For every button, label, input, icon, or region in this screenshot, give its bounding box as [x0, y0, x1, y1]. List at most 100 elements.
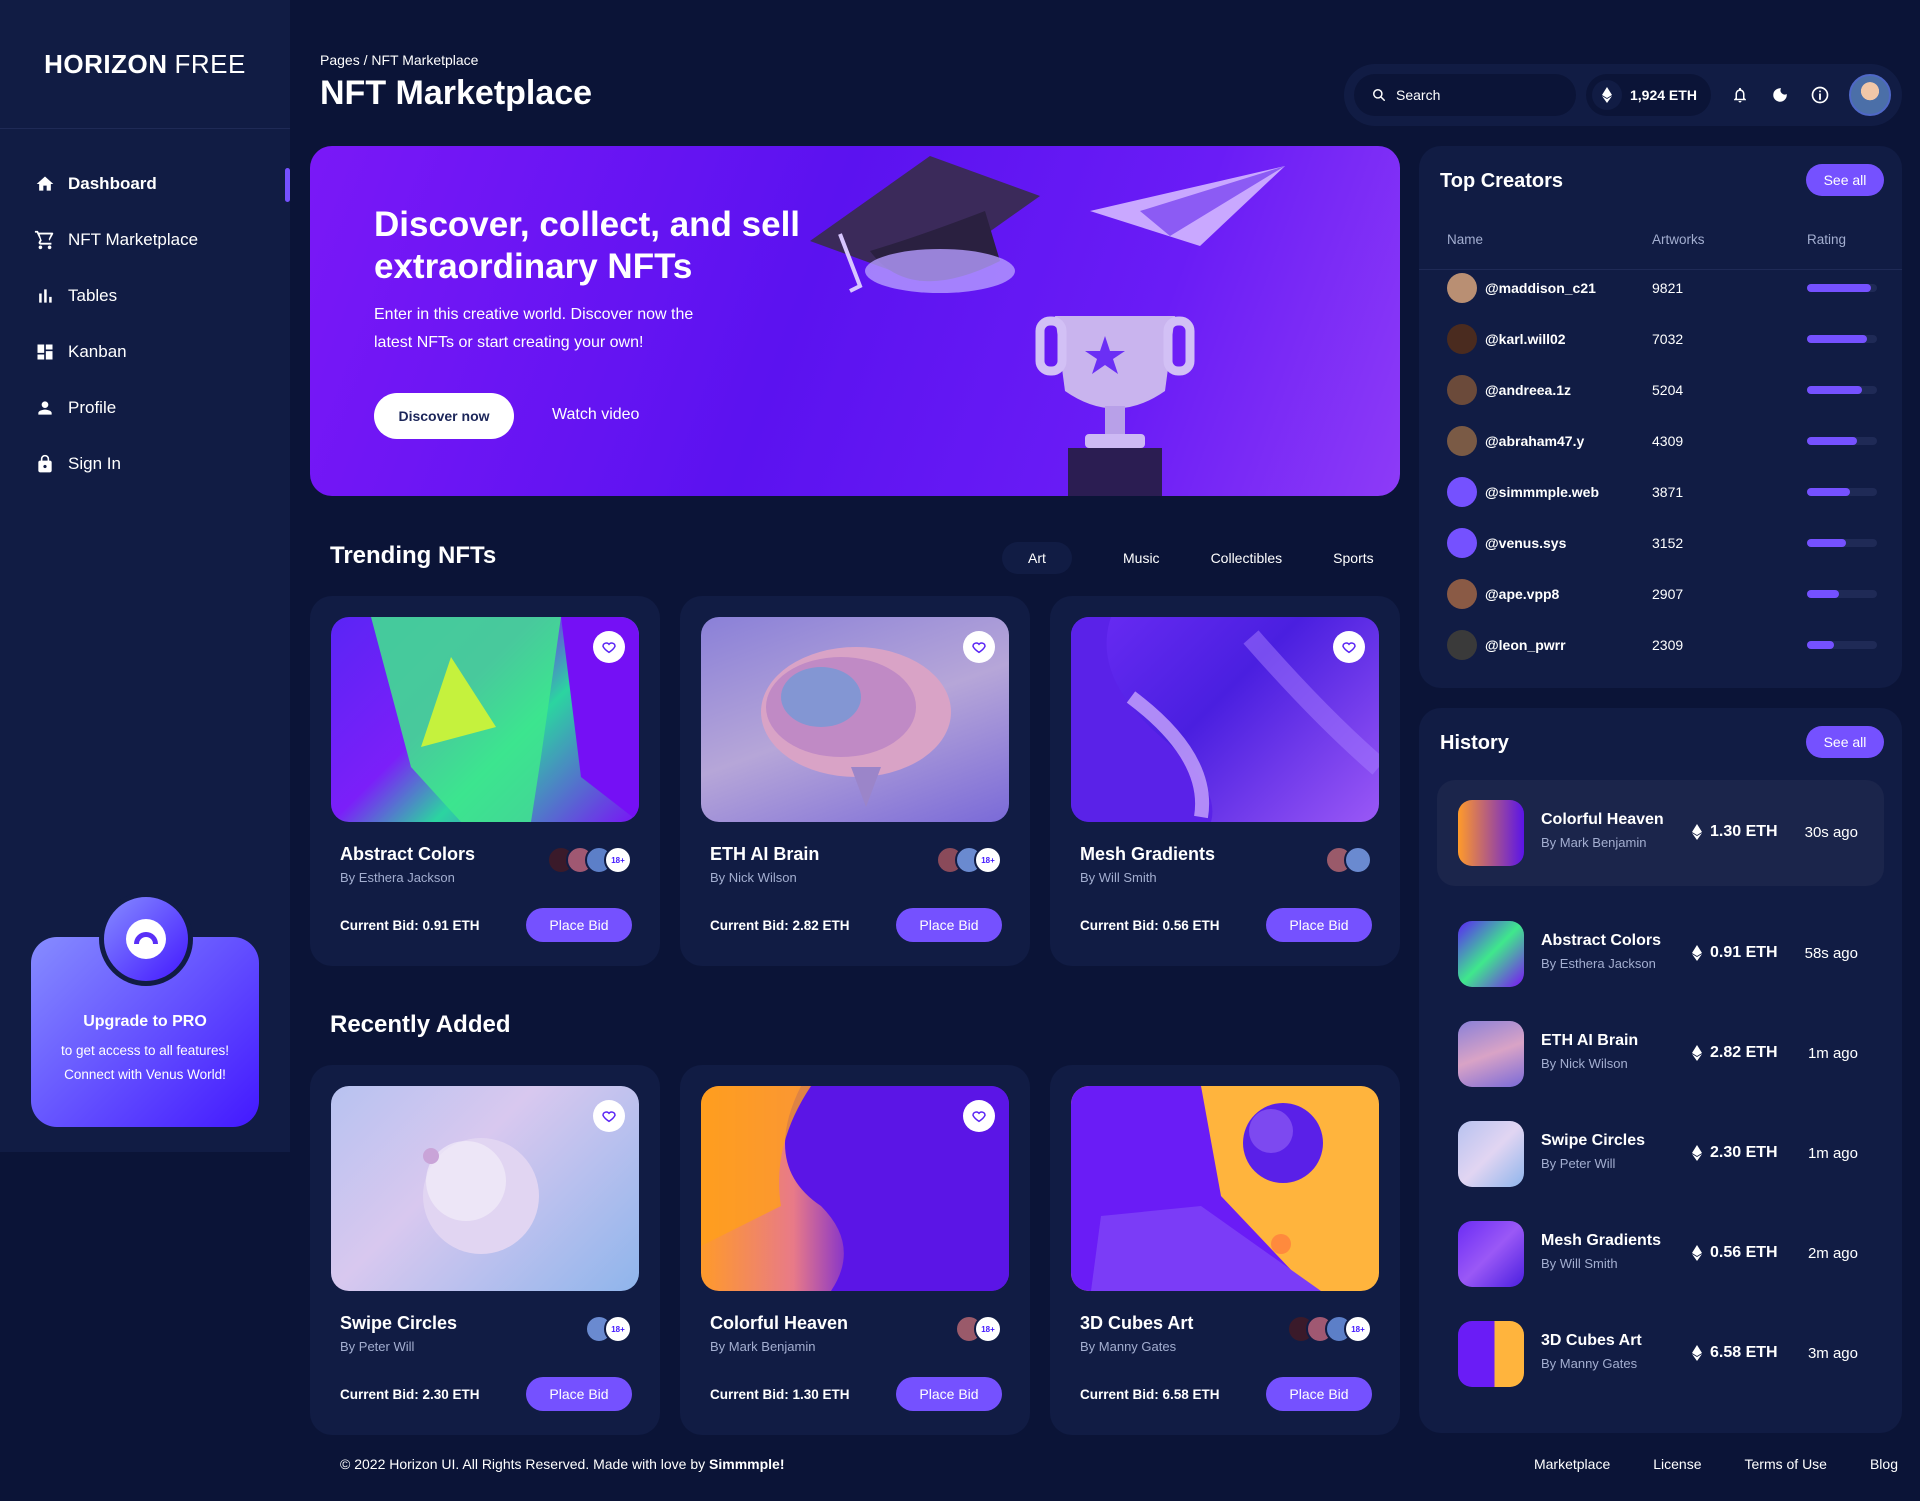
nft-name: Swipe Circles: [340, 1313, 458, 1333]
tab-music[interactable]: Music: [1123, 542, 1160, 574]
avatar: [1447, 476, 1477, 507]
heart-icon[interactable]: [1333, 631, 1365, 663]
history-item[interactable]: Swipe Circles By Peter Will 2.30 ETH 1m ago: [1437, 1101, 1884, 1207]
author-link[interactable]: Simmmple!: [709, 1456, 784, 1472]
rating-bar: [1807, 385, 1877, 394]
eth-icon: [1692, 945, 1702, 961]
artworks-count: 9821: [1652, 279, 1684, 296]
eth-balance[interactable]: 1,924 ETH: [1586, 74, 1711, 116]
place-bid-button[interactable]: Place Bid: [526, 1377, 632, 1411]
watch-video-button[interactable]: Watch video: [552, 406, 639, 424]
bell-icon[interactable]: [1729, 84, 1751, 106]
place-bid-button[interactable]: Place Bid: [1266, 908, 1372, 942]
place-bid-button[interactable]: Place Bid: [1266, 1377, 1372, 1411]
upgrade-promo-card[interactable]: Upgrade to PRO to get access to all feat…: [31, 892, 259, 1127]
avatar: [1447, 425, 1477, 456]
category-tabs: Art Music Collectibles Sports: [1002, 542, 1374, 574]
discover-now-button[interactable]: Discover now: [374, 393, 514, 439]
nft-image[interactable]: [331, 1086, 639, 1291]
table-row[interactable]: @ape.vpp8 2907: [1419, 568, 1902, 619]
sidebar-item-kanban[interactable]: Kanban: [0, 324, 290, 380]
nft-name: Abstract Colors: [340, 844, 476, 864]
artworks-count: 3152: [1652, 534, 1684, 551]
tab-collectibles[interactable]: Collectibles: [1211, 542, 1283, 574]
history-eth: 2.30 ETH: [1692, 1144, 1778, 1162]
top-creators-panel: Top Creators See all Name Artworks Ratin…: [1419, 146, 1902, 688]
tab-art[interactable]: Art: [1002, 542, 1072, 574]
footer-link-terms[interactable]: Terms of Use: [1745, 1456, 1827, 1472]
see-all-button[interactable]: See all: [1806, 164, 1884, 196]
footer-link-marketplace[interactable]: Marketplace: [1534, 1456, 1610, 1472]
heart-icon[interactable]: [593, 1100, 625, 1132]
heart-icon[interactable]: [593, 631, 625, 663]
avatar: [1447, 272, 1477, 303]
footer-link-license[interactable]: License: [1653, 1456, 1701, 1472]
rating-bar-fill: [1807, 385, 1862, 394]
horizon-logo-icon: [126, 919, 166, 959]
footer-links: Marketplace License Terms of Use Blog: [1491, 1456, 1898, 1472]
table-row[interactable]: @andreea.1z 5204: [1419, 364, 1902, 415]
moon-icon[interactable]: [1769, 84, 1791, 106]
table-row[interactable]: @abraham47.y 4309: [1419, 415, 1902, 466]
hero-title: Discover, collect, and sell extraordinar…: [374, 205, 801, 286]
promo-title: Upgrade to PRO: [83, 1013, 207, 1030]
table-row[interactable]: @maddison_c21 9821: [1419, 262, 1902, 313]
current-bid: Current Bid: 0.91 ETH: [340, 918, 480, 933]
see-all-button[interactable]: See all: [1806, 726, 1884, 758]
search-input[interactable]: Search: [1354, 74, 1576, 116]
sidebar-item-nft-marketplace[interactable]: NFT Marketplace: [0, 212, 290, 268]
nft-author: By Manny Gates: [1080, 1339, 1177, 1354]
place-bid-button[interactable]: Place Bid: [896, 908, 1002, 942]
column-header-name[interactable]: Name: [1447, 232, 1483, 247]
tab-sports[interactable]: Sports: [1333, 542, 1373, 574]
history-time: 1m ago: [1807, 1045, 1858, 1062]
table-row[interactable]: @simmmple.web 3871: [1419, 466, 1902, 517]
history-item[interactable]: Mesh Gradients By Will Smith 0.56 ETH 2m ag…: [1437, 1201, 1884, 1307]
user-avatar[interactable]: [1848, 74, 1891, 116]
table-row[interactable]: @venus.sys 3152: [1419, 517, 1902, 568]
artworks-count: 5204: [1652, 381, 1684, 398]
history-item[interactable]: Abstract Colors By Esthera Jackson 0.91 ET…: [1437, 901, 1884, 1007]
rating-bar: [1807, 334, 1877, 343]
brand-logo[interactable]: HORIZON FREE: [0, 0, 290, 129]
history-eth-value: 0.91 ETH: [1710, 944, 1778, 961]
rating-bar-fill: [1807, 538, 1847, 547]
history-eth-value: 1.30 ETH: [1710, 823, 1778, 840]
history-item[interactable]: 3D Cubes Art By Manny Gates 6.58 ETH 3m ago: [1437, 1301, 1884, 1407]
nft-image[interactable]: [331, 617, 639, 822]
place-bid-button[interactable]: Place Bid: [526, 908, 632, 942]
history-time: 3m ago: [1807, 1345, 1858, 1362]
copyright-text: © 2022 Horizon UI. All Rights Reserved. …: [340, 1456, 706, 1472]
sidebar-item-profile[interactable]: Profile: [0, 380, 290, 436]
sidebar-item-sign-in[interactable]: Sign In: [0, 436, 290, 492]
sidebar: HORIZON FREE Dashboard NFT Marketplace T…: [0, 0, 290, 1152]
nft-image[interactable]: [1071, 1086, 1379, 1291]
more-count-badge: 18+: [974, 1315, 1002, 1343]
sidebar-item-dashboard[interactable]: Dashboard: [0, 156, 290, 212]
heart-icon[interactable]: [963, 1100, 995, 1132]
table-row[interactable]: @karl.will02 7032: [1419, 313, 1902, 364]
nft-card: Swipe Circles By Peter Will 18+ Current …: [310, 1065, 660, 1435]
bidder-avatars: 18+: [955, 1315, 1002, 1343]
footer-link-blog[interactable]: Blog: [1870, 1456, 1898, 1472]
sidebar-item-tables[interactable]: Tables: [0, 268, 290, 324]
column-header-artworks[interactable]: Artworks: [1652, 232, 1705, 247]
nft-image[interactable]: [701, 617, 1009, 822]
history-time: 58s ago: [1804, 945, 1858, 962]
history-item[interactable]: Colorful Heaven By Mark Benjamin 1.30 ETH 3…: [1437, 780, 1884, 886]
avatar: [1447, 578, 1477, 609]
history-nft-author: By Peter Will: [1541, 1156, 1616, 1171]
history-item[interactable]: ETH AI Brain By Nick Wilson 2.82 ETH 1m ago: [1437, 1001, 1884, 1107]
nft-image[interactable]: [701, 1086, 1009, 1291]
history-thumbnail: [1458, 1221, 1524, 1287]
history-nft-author: By Esthera Jackson: [1541, 956, 1656, 971]
breadcrumb[interactable]: Pages / NFT Marketplace: [320, 52, 478, 68]
place-bid-button[interactable]: Place Bid: [896, 1377, 1002, 1411]
column-header-rating[interactable]: Rating: [1807, 232, 1846, 247]
bar-chart-icon: [34, 285, 56, 307]
heart-icon[interactable]: [963, 631, 995, 663]
info-icon[interactable]: [1809, 84, 1831, 106]
nft-image[interactable]: [1071, 617, 1379, 822]
rating-bar-fill: [1807, 487, 1851, 496]
table-row[interactable]: @leon_pwrr 2309: [1419, 619, 1902, 670]
